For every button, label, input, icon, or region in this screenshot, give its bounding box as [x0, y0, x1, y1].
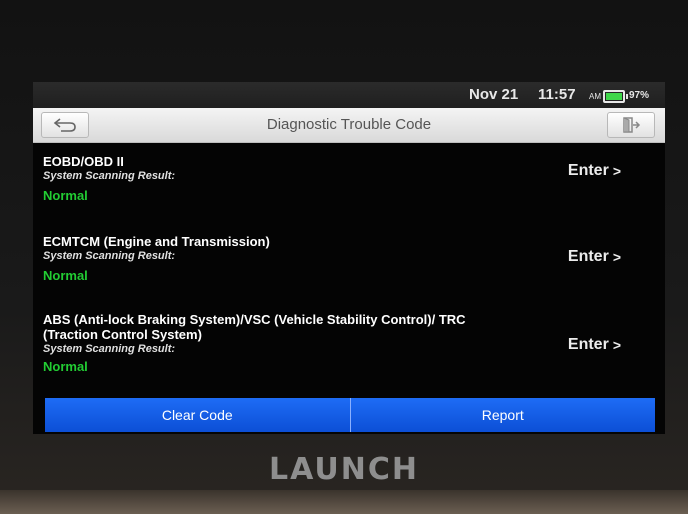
device-screen: Nov 21 11:57 AM 97% Diagnostic Trouble C…	[33, 82, 665, 434]
scan-result-status: Normal	[43, 359, 88, 374]
enter-button[interactable]: Enter >	[568, 162, 621, 180]
enter-label: Enter	[567, 248, 609, 265]
exit-button[interactable]	[607, 112, 655, 138]
chevron-right-icon: >	[612, 337, 621, 353]
scan-result-status: Normal	[43, 188, 88, 203]
enter-button[interactable]: Enter >	[568, 248, 621, 266]
system-name: EOBD/OBD II	[43, 154, 124, 169]
scan-result-label: System Scanning Result:	[43, 343, 176, 355]
list-item[interactable]: ABS (Anti-lock Braking System)/VSC (Vehi…	[43, 312, 655, 374]
scan-result-status: Normal	[43, 268, 88, 283]
clear-code-button[interactable]: Clear Code	[45, 398, 350, 432]
enter-label: Enter	[567, 336, 609, 353]
system-name: ABS (Anti-lock Braking System)/VSC (Vehi…	[43, 312, 466, 342]
page-title: Diagnostic Trouble Code	[266, 116, 432, 133]
exit-icon	[623, 117, 641, 133]
battery-fill	[606, 93, 622, 100]
brand-logo: LAUNCH	[268, 452, 419, 487]
status-ampm: AM	[589, 92, 601, 101]
title-bar: Diagnostic Trouble Code	[33, 108, 665, 143]
chevron-right-icon: >	[612, 163, 621, 179]
battery-icon	[603, 90, 628, 103]
status-time: 11:57	[538, 86, 576, 103]
status-bar: Nov 21 11:57 AM 97%	[33, 82, 665, 108]
list-item[interactable]: ECMTCM (Engine and Transmission) System …	[43, 234, 655, 283]
enter-button[interactable]: Enter >	[568, 336, 621, 354]
battery-percent: 97%	[629, 90, 650, 101]
report-button[interactable]: Report	[349, 398, 655, 432]
list-item[interactable]: EOBD/OBD II System Scanning Result: Norm…	[43, 154, 655, 203]
enter-label: Enter	[567, 162, 609, 179]
status-date: Nov 21	[469, 86, 519, 103]
bottom-action-bar: Clear Code Report	[45, 398, 655, 432]
system-name: ECMTCM (Engine and Transmission)	[43, 234, 270, 249]
table-surface	[0, 490, 688, 514]
chevron-right-icon: >	[612, 249, 621, 265]
scan-result-label: System Scanning Result:	[43, 170, 176, 182]
scan-result-label: System Scanning Result:	[43, 250, 176, 262]
